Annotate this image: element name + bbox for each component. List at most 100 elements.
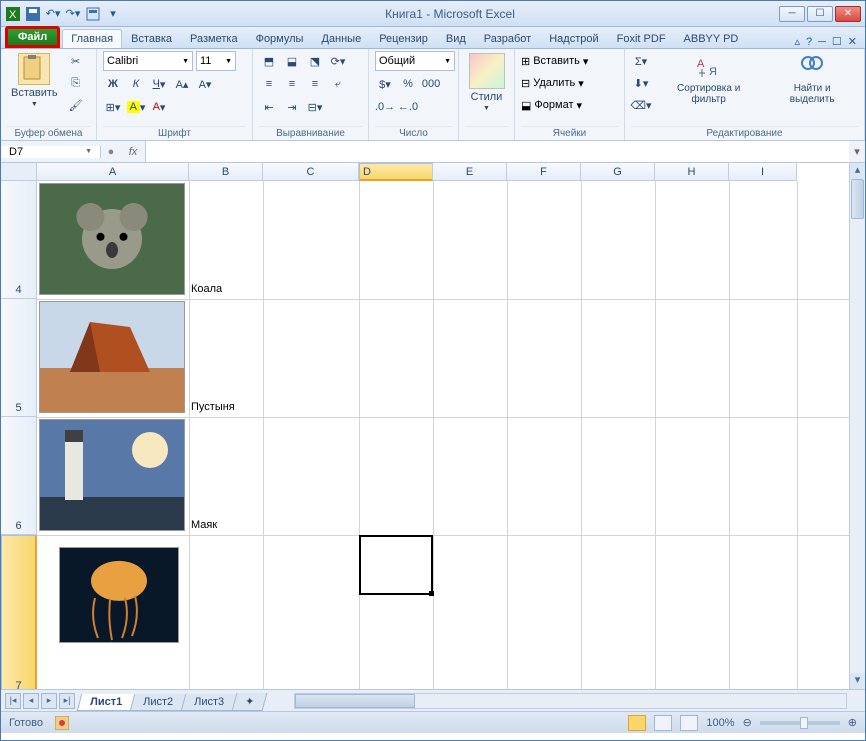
grow-font-icon[interactable]: A▴ <box>172 74 192 94</box>
last-sheet-icon[interactable]: ▸| <box>59 693 75 709</box>
sheet-tab-Лист1[interactable]: Лист1 <box>77 694 136 711</box>
view-pagebreak-icon[interactable] <box>680 715 698 731</box>
next-sheet-icon[interactable]: ▸ <box>41 693 57 709</box>
copy-icon[interactable]: ⎘ <box>66 73 86 93</box>
cells-area[interactable]: Коала Пустыня Маяк <box>37 181 849 689</box>
qat-customize-icon[interactable]: ▾ <box>105 6 121 22</box>
zoom-out-icon[interactable]: ⊖ <box>743 716 752 729</box>
active-cell[interactable] <box>359 535 433 595</box>
percent-icon[interactable]: % <box>398 74 418 94</box>
doc-minimize-icon[interactable]: ─ <box>818 36 826 48</box>
row-header-6[interactable]: 6 <box>1 417 37 535</box>
wrap-text-icon[interactable]: ⤶ <box>328 74 348 94</box>
scroll-down-icon[interactable]: ▾ <box>850 673 865 689</box>
find-select-button[interactable]: Найти и выделить <box>766 51 858 107</box>
col-header-G[interactable]: G <box>581 163 655 181</box>
macro-record-icon[interactable] <box>55 716 69 730</box>
align-center-icon[interactable]: ≡ <box>282 74 302 94</box>
view-normal-icon[interactable] <box>628 715 646 731</box>
cut-icon[interactable]: ✂ <box>66 51 86 71</box>
align-right-icon[interactable]: ≡ <box>305 74 325 94</box>
view-layout-icon[interactable] <box>654 715 672 731</box>
embedded-image-koala[interactable] <box>39 183 185 295</box>
italic-icon[interactable]: К <box>126 74 146 94</box>
font-size-select[interactable]: 11▼ <box>196 51 236 71</box>
embedded-image-desert[interactable] <box>39 301 185 413</box>
col-header-D[interactable]: D <box>359 163 433 181</box>
scroll-thumb[interactable] <box>851 179 864 219</box>
fill-icon[interactable]: ⬇▾ <box>631 73 651 93</box>
row-header-7[interactable]: 7 <box>1 535 37 689</box>
tab-file[interactable]: Файл <box>5 26 60 48</box>
row-header-4[interactable]: 4 <box>1 181 37 299</box>
qat-more-icon[interactable] <box>85 6 101 22</box>
cell-text[interactable]: Коала <box>189 281 224 297</box>
maximize-button[interactable]: ☐ <box>807 6 833 22</box>
expand-fx-icon[interactable]: ▾ <box>849 145 865 158</box>
comma-icon[interactable]: 000 <box>421 74 441 94</box>
styles-button[interactable]: Стили ▼ <box>465 51 509 114</box>
minimize-button[interactable]: ─ <box>779 6 805 22</box>
clear-icon[interactable]: ⌫▾ <box>631 95 651 115</box>
zoom-in-icon[interactable]: ⊕ <box>848 716 857 729</box>
sort-filter-button[interactable]: АЯ Сортировка и фильтр <box>655 51 762 107</box>
close-button[interactable]: ✕ <box>835 6 861 22</box>
row-header-5[interactable]: 5 <box>1 299 37 417</box>
currency-icon[interactable]: $▾ <box>375 74 395 94</box>
tab-разработ[interactable]: Разработ <box>475 29 540 48</box>
number-format-select[interactable]: Общий▼ <box>375 51 455 71</box>
format-painter-icon[interactable]: 🖌 <box>66 95 86 115</box>
underline-icon[interactable]: Ч▾ <box>149 74 169 94</box>
align-middle-icon[interactable]: ⬓ <box>282 51 302 71</box>
horizontal-scrollbar[interactable] <box>294 693 847 709</box>
tab-foxit pdf[interactable]: Foxit PDF <box>608 29 675 48</box>
shrink-font-icon[interactable]: A▾ <box>195 74 215 94</box>
format-cells-button[interactable]: ⬓Формат ▾ <box>521 95 582 115</box>
font-color-icon[interactable]: A▾ <box>149 97 169 117</box>
first-sheet-icon[interactable]: |◂ <box>5 693 21 709</box>
align-bottom-icon[interactable]: ⬔ <box>305 51 325 71</box>
save-icon[interactable] <box>25 6 41 22</box>
doc-restore-icon[interactable]: ☐ <box>832 35 842 48</box>
sheet-tab-Лист3[interactable]: Лист3 <box>181 694 238 711</box>
tab-разметка[interactable]: Разметка <box>181 29 247 48</box>
redo-icon[interactable]: ↷▾ <box>65 6 81 22</box>
col-header-B[interactable]: B <box>189 163 263 181</box>
scroll-up-icon[interactable]: ▴ <box>850 163 865 179</box>
decrease-indent-icon[interactable]: ⇤ <box>259 97 279 117</box>
decrease-decimal-icon[interactable]: ←.0 <box>398 97 418 117</box>
col-header-I[interactable]: I <box>729 163 797 181</box>
formula-input[interactable] <box>145 141 849 162</box>
help-icon[interactable]: ? <box>806 36 812 48</box>
cell-text[interactable]: Пустыня <box>189 399 237 415</box>
align-left-icon[interactable]: ≡ <box>259 74 279 94</box>
autosum-icon[interactable]: Σ▾ <box>631 51 651 71</box>
fx-icon[interactable]: fx <box>121 146 145 158</box>
increase-decimal-icon[interactable]: .0→ <box>375 97 395 117</box>
delete-cells-button[interactable]: ⊟Удалить ▾ <box>521 73 584 93</box>
increase-indent-icon[interactable]: ⇥ <box>282 97 302 117</box>
vertical-scrollbar[interactable]: ▴ ▾ <box>849 163 865 689</box>
paste-button[interactable]: Вставить ▼ <box>7 51 62 110</box>
tab-abbyy pd[interactable]: ABBYY PD <box>675 29 748 48</box>
new-sheet-button[interactable]: ✦ <box>232 693 268 711</box>
embedded-image-jellyfish[interactable] <box>59 547 179 643</box>
undo-icon[interactable]: ↶▾ <box>45 6 61 22</box>
zoom-slider[interactable] <box>760 721 840 725</box>
col-header-H[interactable]: H <box>655 163 729 181</box>
ribbon-minimize-icon[interactable]: ▵ <box>794 35 800 48</box>
col-header-F[interactable]: F <box>507 163 581 181</box>
embedded-image-lighthouse[interactable] <box>39 419 185 531</box>
col-header-C[interactable]: C <box>263 163 359 181</box>
tab-надстрой[interactable]: Надстрой <box>540 29 607 48</box>
cell-text[interactable]: Маяк <box>189 517 219 533</box>
tab-главная[interactable]: Главная <box>62 29 122 48</box>
insert-cells-button[interactable]: ⊞Вставить ▾ <box>521 51 588 71</box>
tab-рецензир[interactable]: Рецензир <box>370 29 437 48</box>
bold-icon[interactable]: Ж <box>103 74 123 94</box>
border-icon[interactable]: ⊞▾ <box>103 97 123 117</box>
col-header-E[interactable]: E <box>433 163 507 181</box>
zoom-level[interactable]: 100% <box>706 717 734 729</box>
doc-close-icon[interactable]: ✕ <box>848 35 857 48</box>
font-name-select[interactable]: Calibri▼ <box>103 51 193 71</box>
